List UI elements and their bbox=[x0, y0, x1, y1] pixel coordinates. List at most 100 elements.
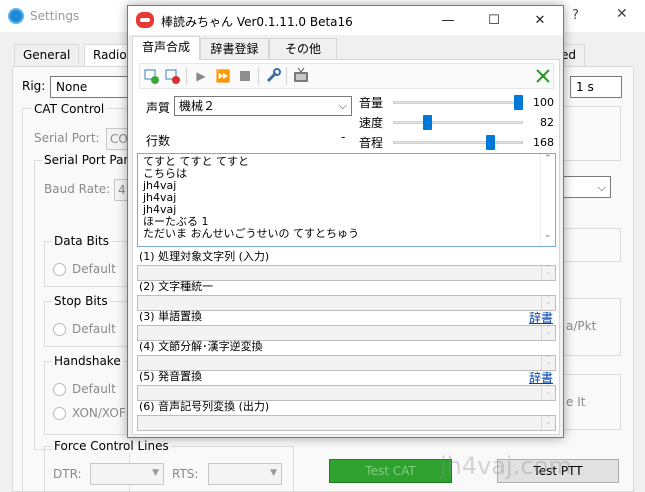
stage-1-output[interactable]: ˄ ˅ bbox=[137, 265, 556, 281]
remove-clip-icon[interactable] bbox=[164, 67, 182, 85]
stage-5-dictionary-link[interactable]: 辞書 bbox=[529, 369, 553, 386]
chevron-down-icon: ⌵ bbox=[338, 99, 347, 112]
tab-speech-synthesis[interactable]: 音声合成 bbox=[132, 36, 200, 60]
data-bits-default-radio[interactable]: Default bbox=[53, 262, 116, 276]
chevron-down-icon: ⌵ bbox=[597, 181, 606, 194]
dtr-select[interactable]: ▼ bbox=[90, 463, 164, 485]
stage-scrollbar[interactable]: ˄ ˅ bbox=[541, 386, 555, 400]
stage-6-output[interactable]: ˄ ˅ bbox=[137, 415, 556, 431]
baud-rate-label: Baud Rate: bbox=[44, 182, 111, 196]
stage-3-dictionary-link[interactable]: 辞書 bbox=[529, 309, 553, 326]
speed-slider[interactable] bbox=[393, 115, 523, 130]
serial-port-value: CO bbox=[110, 132, 128, 146]
data-bits-default-label: Default bbox=[72, 262, 116, 276]
text-line: てすと てすと てすと bbox=[143, 155, 249, 168]
toolbar-separator bbox=[286, 67, 287, 85]
mode-select[interactable]: ⌵ bbox=[563, 176, 611, 198]
tab-other[interactable]: その他 bbox=[269, 38, 337, 59]
close-button[interactable]: ✕ bbox=[517, 6, 563, 35]
maximize-button[interactable]: ☐ bbox=[471, 6, 517, 35]
text-line: jh4vaj bbox=[143, 191, 177, 204]
handshake-xon-radio[interactable]: XON/XOF bbox=[53, 406, 126, 420]
handshake-default-radio[interactable]: Default bbox=[53, 382, 116, 396]
help-button[interactable]: ? bbox=[572, 8, 579, 23]
stage-scrollbar[interactable]: ˄ ˅ bbox=[541, 416, 555, 430]
fast-forward-icon[interactable]: ⏩ bbox=[214, 67, 232, 85]
text-scrollbar[interactable]: ⌃ ⌄ bbox=[540, 154, 555, 246]
wrench-icon[interactable] bbox=[264, 67, 282, 85]
slider-track bbox=[393, 101, 523, 104]
play-icon[interactable]: ▶ bbox=[192, 67, 210, 85]
stage-4-label: (4) 文節分解･漢字逆変換 bbox=[139, 340, 263, 353]
rig-value: None bbox=[56, 80, 88, 94]
scroll-up-icon[interactable]: ⌃ bbox=[544, 154, 552, 164]
tab-general[interactable]: General bbox=[14, 44, 80, 66]
slider-thumb[interactable] bbox=[423, 115, 433, 130]
bouyomi-window: 棒読みちゃん Ver0.1.11.0 Beta16 — ☐ ✕ 音声合成 辞書登… bbox=[127, 5, 564, 438]
arrows-icon[interactable] bbox=[534, 67, 552, 85]
speed-label: 速度 bbox=[359, 116, 384, 130]
volume-slider[interactable] bbox=[393, 95, 523, 110]
dtr-label: DTR: bbox=[53, 467, 82, 481]
data-pkt-label: a/Pkt bbox=[566, 319, 597, 333]
speed-value: 82 bbox=[540, 116, 554, 129]
text-line: こちらは bbox=[143, 167, 187, 180]
stage-2-output[interactable]: ˄ ˅ bbox=[137, 295, 556, 311]
rig-label: Rig: bbox=[22, 79, 46, 93]
stage-scrollbar[interactable]: ˄ ˅ bbox=[541, 296, 555, 310]
app-titlebar: 棒読みちゃん Ver0.1.11.0 Beta16 — ☐ ✕ bbox=[128, 6, 563, 35]
rts-label: RTS: bbox=[172, 467, 199, 481]
cat-control-label: CAT Control bbox=[32, 102, 107, 116]
lines-value: - bbox=[341, 130, 346, 144]
slider-track bbox=[393, 141, 523, 144]
rig-select[interactable]: None bbox=[50, 76, 130, 98]
voice-select[interactable]: 機械２ ⌵ bbox=[174, 96, 352, 116]
pitch-label: 音程 bbox=[359, 136, 384, 150]
stage-scrollbar[interactable]: ˄ ˅ bbox=[541, 266, 555, 280]
slider-thumb[interactable] bbox=[486, 135, 496, 150]
stop-icon[interactable] bbox=[236, 67, 254, 85]
handshake-group bbox=[44, 361, 130, 435]
serial-port-label: Serial Port: bbox=[34, 131, 100, 145]
rts-select[interactable]: ▼ bbox=[208, 463, 282, 485]
tab-dictionary[interactable]: 辞書登録 bbox=[200, 38, 269, 59]
handshake-default-label: Default bbox=[72, 382, 116, 396]
scroll-down-icon[interactable]: ⌄ bbox=[544, 230, 552, 240]
chevron-down-icon: ▼ bbox=[270, 468, 277, 478]
handshake-label: Handshake bbox=[52, 354, 123, 368]
stage-5-label: (5) 発音置換 bbox=[139, 370, 203, 383]
right-group-2 bbox=[563, 228, 621, 262]
speech-text-input[interactable]: てすと てすと てすと こちらは jh4vaj jh4vaj jh4vaj ほー… bbox=[137, 153, 556, 247]
slider-track bbox=[393, 121, 523, 124]
slider-thumb[interactable] bbox=[514, 95, 523, 110]
baud-rate-value: 4 bbox=[118, 183, 126, 197]
add-clip-icon[interactable] bbox=[143, 67, 161, 85]
stage-4-output[interactable]: ˄ ˅ bbox=[137, 355, 556, 371]
stop-bits-default-radio[interactable]: Default bbox=[53, 322, 116, 336]
stage-scrollbar[interactable]: ˄ ˅ bbox=[541, 326, 555, 340]
serial-port-params-label: Serial Port Par bbox=[42, 153, 131, 167]
stage-3-label: (3) 単語置換 bbox=[139, 310, 203, 323]
voice-value: 機械２ bbox=[179, 99, 216, 113]
poll-interval-select[interactable]: 1 s bbox=[570, 76, 622, 98]
app-logo-icon bbox=[8, 8, 24, 24]
settings-title: Settings bbox=[30, 9, 80, 23]
handshake-xon-label: XON/XOF bbox=[72, 406, 126, 420]
stop-bits-default-label: Default bbox=[72, 322, 116, 336]
settings-close-button[interactable]: ✕ bbox=[616, 6, 628, 22]
stage-scrollbar[interactable]: ˄ ˅ bbox=[541, 356, 555, 370]
radio-circle-icon bbox=[53, 323, 66, 336]
chevron-down-icon: ▼ bbox=[152, 468, 159, 478]
stop-bits-label: Stop Bits bbox=[52, 294, 110, 308]
toolbar-separator bbox=[258, 67, 259, 85]
stage-3-output[interactable]: ˄ ˅ bbox=[137, 325, 556, 341]
stage-1-label: (1) 処理対象文字列 (入力) bbox=[139, 250, 270, 263]
test-cat-button[interactable]: Test CAT bbox=[329, 459, 452, 483]
minimize-button[interactable]: — bbox=[425, 6, 471, 35]
stage-6-label: (6) 音声記号列変換 (出力) bbox=[139, 400, 270, 413]
stage-5-output[interactable]: ˄ ˅ bbox=[137, 385, 556, 401]
tv-icon[interactable] bbox=[292, 67, 310, 85]
radio-circle-icon bbox=[53, 263, 66, 276]
pitch-slider[interactable] bbox=[393, 135, 523, 150]
radio-circle-icon bbox=[53, 383, 66, 396]
